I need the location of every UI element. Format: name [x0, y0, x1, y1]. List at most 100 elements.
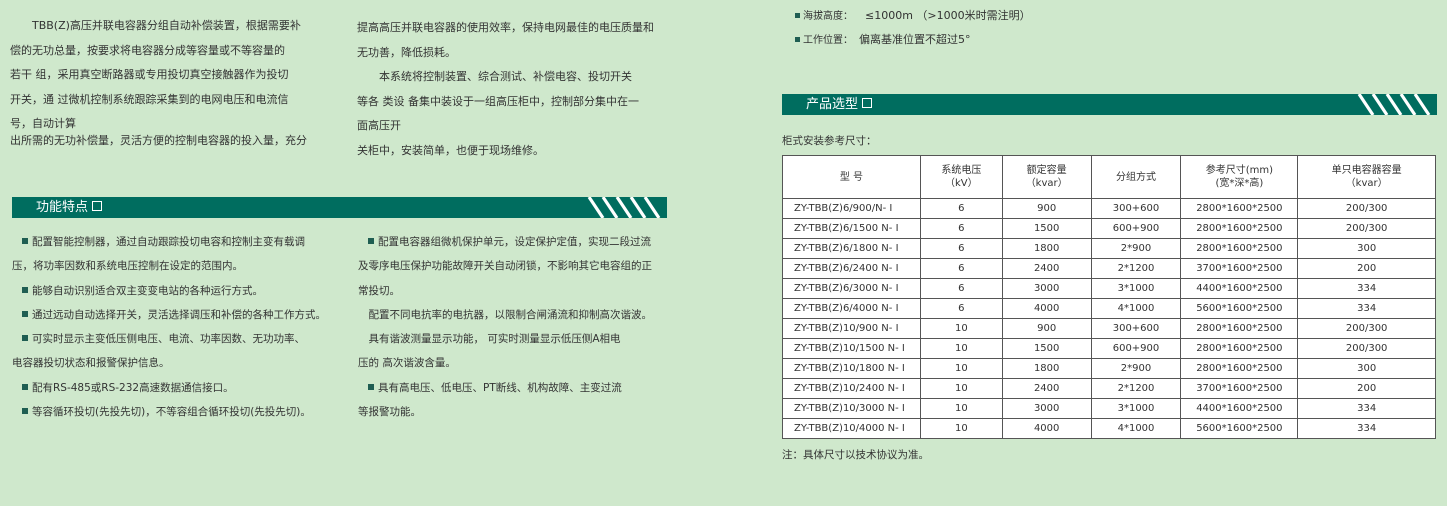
- bullet-square-icon: [795, 36, 800, 42]
- cell-model: ZY-TBB(Z)6/4000 N- I: [782, 298, 921, 319]
- cell-voltage: 6: [919, 258, 1003, 279]
- feature-item: 电容器投切状态和报警保护信息。: [12, 357, 170, 370]
- feature-item: 具有谐波测量显示功能， 可实时测量显示低压侧A相电: [358, 333, 621, 346]
- features-left: 配置智能控制器，通过自动跟踪投切电容和控制主变有载调 压，将功率因数和系统电压控…: [12, 230, 326, 424]
- col-header-dimensions: 参考尺寸(mm) (宽*深*高): [1180, 155, 1299, 199]
- cell-model: ZY-TBB(Z)6/3000 N- I: [782, 278, 921, 299]
- cell-capacity: 3000: [1001, 398, 1092, 419]
- feature-item: 通过远动自动选择开关，灵活选择调压和补偿的各种工作方式。: [12, 303, 326, 327]
- cell-capacity: 1800: [1001, 358, 1092, 379]
- cell-model: ZY-TBB(Z)6/2400 N- I: [782, 258, 921, 279]
- env-label: 工作位置：: [803, 35, 853, 46]
- intro-line: 开关，通 过微机控制系统跟踪采集到的电网电压和电流信: [10, 92, 289, 106]
- cell-model: ZY-TBB(Z)6/1800 N- I: [782, 238, 921, 259]
- table-row: ZY-TBB(Z)10/4000 N- I 10 4000 4*1000 5600*16…: [782, 418, 1436, 439]
- cell-grouping: 2*1200: [1090, 258, 1182, 279]
- cell-capacity: 2400: [1001, 378, 1092, 399]
- cell-capacity: 2400: [1001, 258, 1092, 279]
- col-header-voltage: 系统电压 （kV）: [919, 155, 1003, 199]
- features-banner: 功能特点: [12, 197, 667, 218]
- cell-grouping: 4*1000: [1090, 298, 1182, 319]
- cell-capacity: 1500: [1001, 338, 1092, 359]
- cell-model: ZY-TBB(Z)10/900 N- I: [782, 318, 921, 339]
- feature-item: 常投切。: [358, 284, 400, 297]
- env-altitude: 海拔高度： ≤1000m （>1000米时需注明）: [795, 4, 1031, 28]
- col-header-unit-capacity: 单只电容器容量 （kvar）: [1297, 155, 1436, 199]
- cell-grouping: 2*900: [1090, 358, 1182, 379]
- env-conditions: 海拔高度： ≤1000m （>1000米时需注明） 工作位置： 偏离基准位置不超过5…: [795, 4, 1031, 52]
- intro-line: 提高高压并联电容器的使用效率，保持电网最佳的电压质量和: [357, 21, 654, 34]
- table-row: ZY-TBB(Z)10/1800 N- I 10 1800 2*900 2800*160…: [782, 358, 1436, 379]
- cell-unit-capacity: 300: [1297, 238, 1436, 259]
- cell-dimensions: 5600*1600*2500: [1180, 418, 1299, 439]
- spec-table: 型 号 系统电压 （kV） 额定容量 （kvar） 分组方式 参考尺寸(mm) (宽*…: [782, 155, 1436, 439]
- table-note: 注：具体尺寸以技术协议为准。: [782, 449, 929, 461]
- table-row: ZY-TBB(Z)6/1800 N- I 6 1800 2*900 2800*1600*…: [782, 238, 1436, 259]
- selection-banner-title: 产品选型: [806, 94, 873, 115]
- cell-dimensions: 2800*1600*2500: [1180, 198, 1299, 219]
- intro-line: 等各 类设 备集中装设于一组高压柜中，控制部分集中在一: [357, 94, 639, 108]
- cell-model: ZY-TBB(Z)6/900/N- I: [782, 198, 921, 219]
- cell-capacity: 4000: [1001, 418, 1092, 439]
- cell-model: ZY-TBB(Z)10/2400 N- I: [782, 378, 921, 399]
- intro-line: 偿的无功总量，按要求将电容器分成等容量或不等容量的: [10, 43, 285, 57]
- cell-dimensions: 2800*1600*2500: [1180, 218, 1299, 239]
- table-row: ZY-TBB(Z)6/4000 N- I 6 4000 4*1000 5600*1600…: [782, 298, 1436, 319]
- features-right: 配置电容器组微机保护单元，设定保护定值，实现二段过流 及零序电压保护功能故障开关…: [358, 230, 652, 424]
- bullet-square-icon: [368, 383, 374, 390]
- cell-capacity: 4000: [1001, 298, 1092, 319]
- cell-voltage: 10: [919, 318, 1003, 339]
- cell-model: ZY-TBB(Z)10/3000 N- I: [782, 398, 921, 419]
- feature-item: 压，将功率因数和系统电压控制在设定的范围内。: [12, 260, 243, 273]
- bullet-square-icon: [795, 12, 800, 18]
- cell-voltage: 6: [919, 278, 1003, 299]
- col-header-grouping: 分组方式: [1090, 155, 1182, 199]
- cell-capacity: 1500: [1001, 218, 1092, 239]
- intro-line: 若干 组，采用真空断路器或专用投切真空接触器作为投切: [10, 68, 289, 81]
- cell-voltage: 10: [919, 418, 1003, 439]
- cell-voltage: 10: [919, 378, 1003, 399]
- cell-unit-capacity: 200: [1297, 378, 1436, 399]
- env-label: 海拔高度：: [803, 11, 853, 22]
- feature-item: 及零序电压保护功能故障开关自动闭锁，不影响其它电容组的正: [358, 260, 652, 273]
- cell-capacity: 1800: [1001, 238, 1092, 259]
- selection-banner: 产品选型: [782, 94, 1437, 115]
- intro-line: 无功善，降低损耗。: [357, 45, 456, 59]
- bullet-square-icon: [22, 286, 28, 293]
- env-position: 工作位置： 偏离基准位置不超过5°: [795, 28, 1031, 52]
- cell-grouping: 300+600: [1090, 198, 1182, 219]
- cell-unit-capacity: 200/300: [1297, 198, 1436, 219]
- intro-line: 出所需的无功补偿量，灵活方便的控制电容器的投入量，充分: [10, 133, 307, 147]
- cell-model: ZY-TBB(Z)10/1500 N- I: [782, 338, 921, 359]
- cell-dimensions: 2800*1600*2500: [1180, 338, 1299, 359]
- intro-line: 本系统将控制装置、综合测试、补偿电容、投切开关: [357, 70, 632, 83]
- cell-grouping: 600+900: [1090, 218, 1182, 239]
- cell-capacity: 900: [1001, 198, 1092, 219]
- cell-unit-capacity: 334: [1297, 298, 1436, 319]
- cell-unit-capacity: 200/300: [1297, 318, 1436, 339]
- feature-item: 配置智能控制器，通过自动跟踪投切电容和控制主变有载调: [12, 230, 326, 254]
- cell-voltage: 10: [919, 338, 1003, 359]
- feature-item: 压的 高次谐波含量。: [358, 357, 456, 370]
- cell-grouping: 3*1000: [1090, 278, 1182, 299]
- feature-item: 可实时显示主变低压侧电压、电流、功率因数、无功功率、: [12, 327, 326, 351]
- cell-dimensions: 2800*1600*2500: [1180, 358, 1299, 379]
- cell-dimensions: 2800*1600*2500: [1180, 238, 1299, 259]
- cell-dimensions: 5600*1600*2500: [1180, 298, 1299, 319]
- bullet-square-icon: [22, 383, 28, 390]
- cell-dimensions: 2800*1600*2500: [1180, 318, 1299, 339]
- cell-model: ZY-TBB(Z)10/1800 N- I: [782, 358, 921, 379]
- intro-line: 面高压开: [357, 119, 401, 132]
- intro-right: 提高高压并联电容器的使用效率，保持电网最佳的电压质量和 无功善，降低损耗。 本系…: [357, 16, 654, 163]
- env-value: 偏离基准位置不超过5°: [859, 33, 971, 46]
- bullet-square-icon: [368, 238, 374, 244]
- table-row: ZY-TBB(Z)6/1500 N- I 6 1500 600+900 2800*160…: [782, 218, 1436, 239]
- env-value: ≤1000m （>1000米时需注明）: [865, 9, 1031, 22]
- intro-left: TBB(Z)高压并联电容器分组自动补偿装置，根据需要补 偿的无功总量，按要求将电…: [10, 14, 307, 153]
- cell-voltage: 10: [919, 358, 1003, 379]
- cell-voltage: 6: [919, 238, 1003, 259]
- feature-item: 配置电容器组微机保护单元，设定保护定值，实现二段过流: [358, 230, 652, 254]
- table-row: ZY-TBB(Z)6/3000 N- I 6 3000 3*1000 4400*1600…: [782, 278, 1436, 299]
- cell-grouping: 600+900: [1090, 338, 1182, 359]
- col-header-model: 型 号: [782, 155, 921, 199]
